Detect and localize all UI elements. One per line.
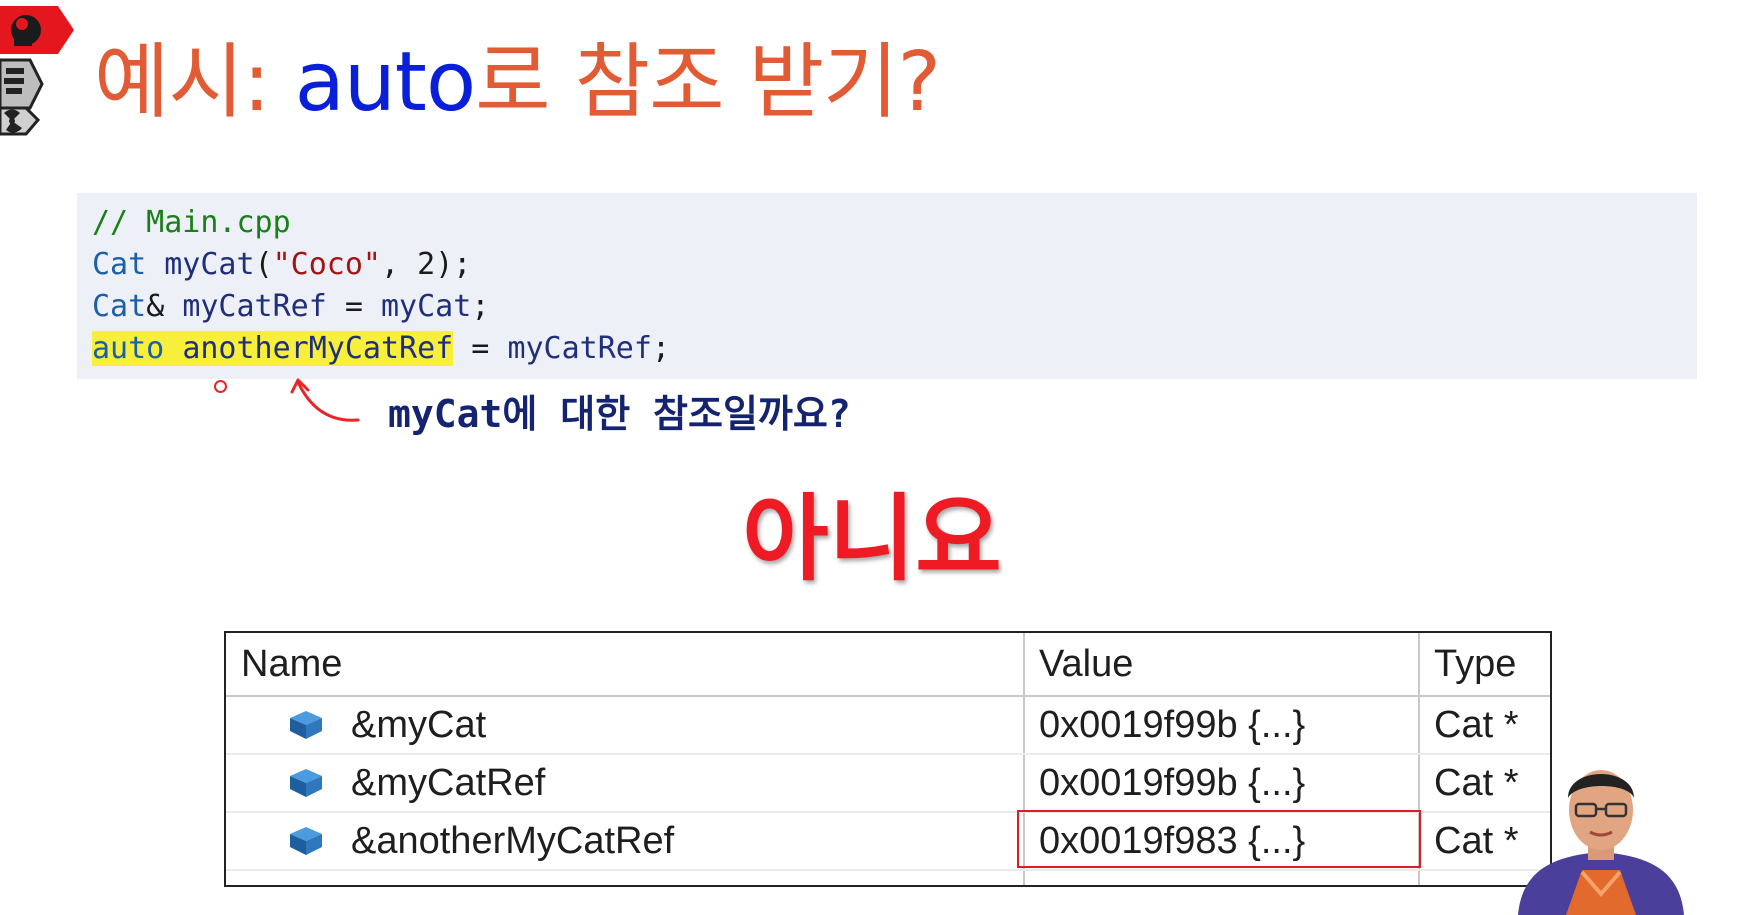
title-keyword: auto xyxy=(294,35,477,130)
presenter-image xyxy=(1518,770,1684,915)
code-punct: ; xyxy=(471,289,490,324)
code-identifier: myCatRef xyxy=(182,289,327,324)
code-punct: = xyxy=(453,331,508,366)
header-name[interactable]: Name xyxy=(241,633,342,695)
object-cube-icon xyxy=(290,711,322,739)
code-line-1: // Main.cpp xyxy=(92,203,291,243)
row-name: &myCat xyxy=(351,704,487,746)
title-prefix: 예시: xyxy=(94,35,295,130)
table-row[interactable]: &myCatRef 0x0019f99b {...} Cat * xyxy=(226,755,1550,813)
row-value: 0x0019f99b {...} xyxy=(1039,704,1306,746)
code-punct: ); xyxy=(435,247,472,282)
row-name: &anotherMyCatRef xyxy=(351,820,675,862)
value-highlight-box xyxy=(1017,810,1421,868)
watch-table: Name Value Type &myCat 0x0019f99b {...} … xyxy=(224,631,1552,887)
answer-text: 아니요 xyxy=(742,485,1002,594)
code-identifier: myCat xyxy=(164,247,255,282)
row-value: 0x0019f99b {...} xyxy=(1039,762,1306,804)
code-type: Cat xyxy=(92,289,147,324)
annotation-text: myCat에 대한 참조일까요? xyxy=(388,392,851,436)
code-highlight: auto anotherMyCatRef xyxy=(92,331,454,366)
code-punct: ; xyxy=(651,331,670,366)
row-type: Cat * xyxy=(1434,762,1519,804)
row-type: Cat * xyxy=(1434,820,1519,862)
radiation-icon xyxy=(0,106,41,136)
code-punct: & xyxy=(146,289,183,324)
code-type: Cat xyxy=(92,247,147,282)
code-number: 2 xyxy=(417,247,436,282)
object-cube-icon xyxy=(290,827,322,855)
header-value[interactable]: Value xyxy=(1039,633,1133,695)
corner-logo xyxy=(0,6,74,136)
code-identifier: myCatRef xyxy=(507,331,652,366)
code-block: // Main.cpp Cat myCat("Coco", 2); Cat& m… xyxy=(77,193,1697,379)
code-keyword: auto xyxy=(92,331,165,366)
code-identifier: myCat xyxy=(381,289,472,324)
code-punct: = xyxy=(326,289,381,324)
code-punct: , xyxy=(381,247,418,282)
brain-icon xyxy=(0,6,74,54)
code-line-4: auto anotherMyCatRef = myCatRef; xyxy=(92,329,670,369)
title-suffix: 로 참조 받기? xyxy=(475,35,941,130)
code-line-3: Cat& myCatRef = myCat; xyxy=(92,287,489,327)
row-name: &myCatRef xyxy=(351,762,546,804)
slide-title: 예시: auto로 참조 받기? xyxy=(94,28,941,138)
watch-table-header: Name Value Type xyxy=(226,633,1550,697)
books-icon xyxy=(0,58,44,110)
arrow-icon xyxy=(290,378,360,422)
header-type[interactable]: Type xyxy=(1434,633,1516,695)
code-identifier: anotherMyCatRef xyxy=(182,331,454,366)
table-row[interactable]: &myCat 0x0019f99b {...} Cat * xyxy=(226,697,1550,755)
row-type: Cat * xyxy=(1434,704,1519,746)
pointer-dot xyxy=(214,380,227,393)
code-punct: ( xyxy=(254,247,273,282)
code-string: "Coco" xyxy=(272,247,381,282)
code-comment: // Main.cpp xyxy=(92,205,291,240)
code-line-2: Cat myCat("Coco", 2); xyxy=(92,245,471,285)
object-cube-icon xyxy=(290,769,322,797)
